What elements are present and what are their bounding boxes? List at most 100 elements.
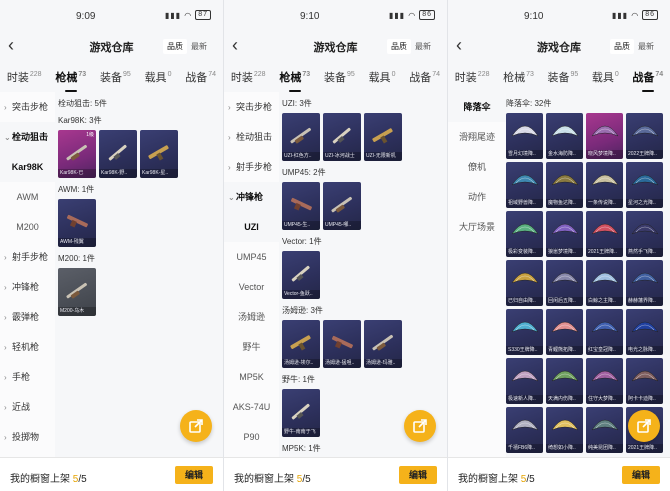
item-card[interactable]: 野牛-南南于飞	[282, 389, 320, 437]
item-card[interactable]: 极彩变装降..	[506, 211, 543, 257]
item-card[interactable]: Kar98K-野..	[99, 130, 137, 178]
item-card[interactable]: 雪月幻境降..	[506, 113, 543, 159]
item-card[interactable]: 纯美昆团降..	[586, 407, 623, 453]
sidebar-item[interactable]: › 射手步枪	[224, 152, 279, 182]
share-button[interactable]	[628, 410, 660, 442]
sidebar-item[interactable]: M200	[0, 212, 55, 242]
tab-4[interactable]: 战备74	[632, 66, 663, 92]
sort-quality[interactable]: 品质	[387, 39, 411, 54]
share-button[interactable]	[404, 410, 436, 442]
tab-4[interactable]: 战备74	[409, 66, 440, 90]
sidebar-item[interactable]: 动作	[448, 182, 506, 212]
item-card[interactable]: 汤姆逊-玛雅..	[364, 320, 402, 368]
sidebar-item[interactable]: › 突击步枪	[0, 92, 55, 122]
tab-3[interactable]: 载具0	[592, 66, 619, 90]
sidebar-item[interactable]: › 冲锋枪	[0, 272, 55, 302]
item-card[interactable]: 燕然手飞降..	[626, 211, 663, 257]
tab-3[interactable]: 载具0	[145, 66, 172, 90]
sidebar-item[interactable]: › 栓动狙击	[224, 122, 279, 152]
sidebar-item[interactable]: Vector	[224, 272, 279, 302]
item-card[interactable]: 2022王牌降..	[626, 113, 663, 159]
sidebar-item[interactable]: 僚机	[448, 152, 506, 182]
item-card[interactable]: AWM-残翼	[58, 199, 96, 247]
item-card[interactable]: 千禧FB6降..	[506, 407, 543, 453]
showcase-prefix: 我的橱窗上架	[458, 474, 521, 485]
item-card[interactable]: Vector-鱼跃..	[282, 251, 320, 299]
sort-latest[interactable]: 最新	[634, 39, 658, 54]
sidebar-item[interactable]: AKS-74U	[224, 392, 279, 422]
sort-latest[interactable]: 最新	[411, 39, 435, 54]
sort-latest[interactable]: 最新	[187, 39, 211, 54]
sidebar-item[interactable]: 降落伞	[448, 92, 506, 122]
sidebar-item[interactable]: P90	[224, 422, 279, 452]
item-card[interactable]: 白鲸之主降..	[586, 260, 623, 306]
sidebar-item[interactable]: › 投掷物	[0, 422, 55, 452]
item-card[interactable]: 星河之光降..	[626, 162, 663, 208]
tab-0[interactable]: 时装228	[231, 66, 266, 90]
tab-1[interactable]: 枪械73	[503, 66, 534, 90]
item-card[interactable]: 已归自由降..	[506, 260, 543, 306]
item-card[interactable]: 金水海防降..	[546, 113, 583, 159]
share-button[interactable]	[180, 410, 212, 442]
item-card[interactable]: 赫赫藩界降..	[626, 260, 663, 306]
item-card[interactable]: 天满内伤降..	[546, 358, 583, 404]
item-card[interactable]: UZI-冰河战士	[323, 113, 361, 161]
sidebar-item[interactable]: › 手枪	[0, 362, 55, 392]
edit-button[interactable]: 编辑	[399, 466, 437, 484]
sidebar-item[interactable]: ⌄栓动狙击	[0, 122, 55, 152]
item-card[interactable]: 晓风梦境降..	[586, 113, 623, 159]
tab-1[interactable]: 枪械73	[279, 66, 310, 92]
item-card[interactable]: 极速新人降..	[506, 358, 543, 404]
sidebar-item[interactable]: › 近战	[0, 392, 55, 422]
sidebar-item[interactable]: ⌄冲锋枪	[224, 182, 279, 212]
item-card[interactable]: UZI-无限新机	[364, 113, 402, 161]
item-card[interactable]: 绮想如小降..	[546, 407, 583, 453]
item-card[interactable]: 2021王牌降..	[586, 211, 623, 257]
item-card[interactable]: 狼崽梦境降..	[546, 211, 583, 257]
item-card[interactable]: 住守大梦降..	[586, 358, 623, 404]
item-card[interactable]: 汤姆逊-埃尔..	[282, 320, 320, 368]
sidebar-item[interactable]: Kar98K	[0, 152, 55, 182]
sidebar-item[interactable]: UZI	[224, 212, 279, 242]
sort-quality[interactable]: 品质	[610, 39, 634, 54]
tab-4[interactable]: 战备74	[185, 66, 216, 90]
edit-button[interactable]: 编辑	[175, 466, 213, 484]
sidebar-item[interactable]: AWM	[0, 182, 55, 212]
tab-0[interactable]: 时装228	[7, 66, 42, 90]
sidebar-item[interactable]: › 射手步枪	[0, 242, 55, 272]
item-card[interactable]: UMP45-哪..	[323, 182, 361, 230]
item-card[interactable]: 汤姆逊-猛咀..	[323, 320, 361, 368]
item-card[interactable]: UMP45-生..	[282, 182, 320, 230]
sidebar-item[interactable]: 野牛	[224, 332, 279, 362]
tab-0[interactable]: 时装228	[455, 66, 490, 90]
sidebar-item[interactable]: › 轻机枪	[0, 332, 55, 362]
tab-2[interactable]: 装备95	[547, 66, 578, 90]
tab-1[interactable]: 枪械73	[55, 66, 86, 92]
item-card[interactable]: UZI-红色方..	[282, 113, 320, 161]
item-card[interactable]: 1级 Kar98K-已	[58, 130, 96, 178]
tab-3[interactable]: 载具0	[369, 66, 396, 90]
sort-quality[interactable]: 品质	[163, 39, 187, 54]
item-card[interactable]: 一条传说降..	[586, 162, 623, 208]
sidebar-item[interactable]: UMP45	[224, 242, 279, 272]
tab-2[interactable]: 装备95	[324, 66, 355, 90]
item-card[interactable]: 魔物鱼达降..	[546, 162, 583, 208]
edit-button[interactable]: 编辑	[622, 466, 660, 484]
item-name: 纯美昆团降..	[586, 444, 623, 453]
item-card[interactable]: 红宝皇冠降..	[586, 309, 623, 355]
sidebar-item[interactable]: › 突击步枪	[224, 92, 279, 122]
sidebar-item[interactable]: 大厅场景	[448, 212, 506, 242]
item-card[interactable]: 电光之脉降..	[626, 309, 663, 355]
item-card[interactable]: 回闲后五降..	[546, 260, 583, 306]
item-card[interactable]: 阿卡卡迪降..	[626, 358, 663, 404]
item-card[interactable]: S330王牌降..	[506, 309, 543, 355]
item-card[interactable]: Kar98K-星..	[140, 130, 178, 178]
item-card[interactable]: 祖域野兽降..	[506, 162, 543, 208]
sidebar-item[interactable]: › 霰弹枪	[0, 302, 55, 332]
sidebar-item[interactable]: 汤姆逊	[224, 302, 279, 332]
tab-2[interactable]: 装备95	[100, 66, 131, 90]
sidebar-item[interactable]: MP5K	[224, 362, 279, 392]
sidebar-item[interactable]: 滑翔尾迹	[448, 122, 506, 152]
item-card[interactable]: M200-乌木	[58, 268, 96, 316]
item-card[interactable]: 青鲤熊拓降..	[546, 309, 583, 355]
